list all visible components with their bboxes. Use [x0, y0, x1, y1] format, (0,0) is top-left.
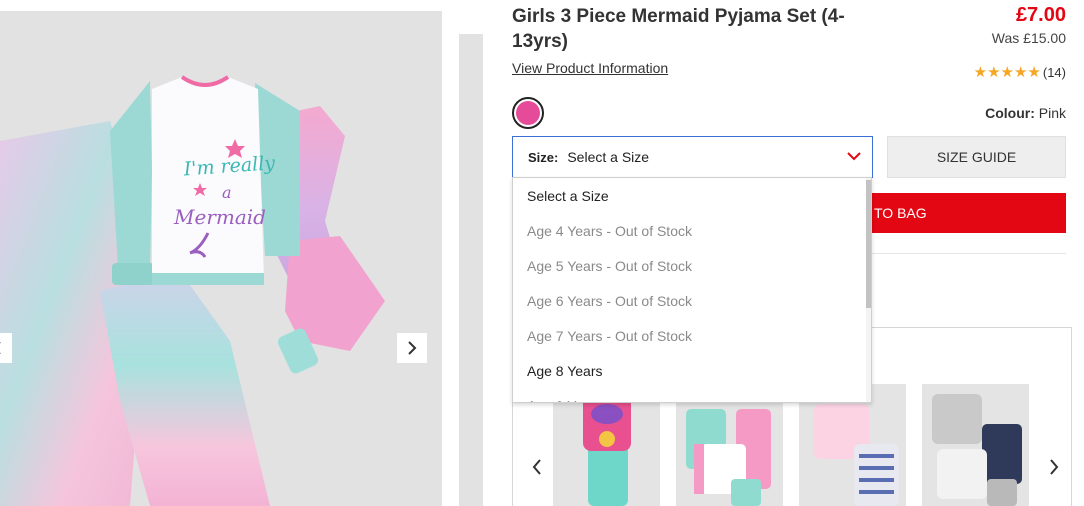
size-label: Size: — [528, 149, 559, 165]
dropdown-scrollbar-thumb[interactable] — [866, 180, 871, 308]
size-options-list: Select a Size Age 4 Years - Out of Stock… — [513, 178, 868, 403]
dropdown-scrollbar[interactable] — [866, 178, 871, 402]
size-option[interactable]: Age 5 Years - Out of Stock — [513, 248, 868, 283]
size-guide-button[interactable]: SIZE GUIDE — [887, 136, 1066, 178]
product-rating[interactable]: ★★★★★ (14) — [974, 63, 1066, 81]
size-select[interactable]: Size: Select a Size — [512, 136, 873, 178]
view-product-information-link[interactable]: View Product Information — [512, 60, 668, 76]
product-image-gallery: I'm really a Mermaid — [0, 11, 442, 506]
rating-stars: ★★★★★ — [973, 64, 1041, 81]
gallery-next-button[interactable] — [397, 333, 427, 363]
size-option[interactable]: Select a Size — [513, 178, 868, 213]
size-selected-value: Select a Size — [567, 149, 650, 165]
chevron-left-icon — [0, 342, 1, 354]
product-title: Girls 3 Piece Mermaid Pyjama Set (4-13yr… — [512, 6, 845, 52]
was-price: Was £15.00 — [991, 30, 1066, 46]
size-option[interactable]: Age 7 Years - Out of Stock — [513, 318, 868, 353]
colour-indicator: Colour: Pink — [985, 105, 1066, 121]
size-option[interactable]: Age 8 Years — [513, 353, 868, 388]
slogan-line-2: a — [222, 183, 232, 202]
recommended-product-4[interactable] — [922, 384, 1029, 506]
chevron-left-icon — [532, 459, 541, 475]
size-dropdown: Select a Size Age 4 Years - Out of Stock… — [512, 177, 872, 403]
chevron-right-icon — [1050, 459, 1059, 475]
gallery-next-image-peek — [459, 34, 483, 506]
swatch-fill — [516, 101, 540, 125]
size-option[interactable]: Age 4 Years - Out of Stock — [513, 213, 868, 248]
gallery-prev-button[interactable] — [0, 333, 12, 363]
size-option[interactable]: Age 6 Years - Out of Stock — [513, 283, 868, 318]
recommendations-next-button[interactable] — [1039, 452, 1069, 482]
chevron-right-icon — [408, 341, 417, 355]
recommendations-prev-button[interactable] — [522, 452, 552, 482]
recommended-product-image — [932, 394, 1022, 506]
colour-label: Colour: — [985, 105, 1035, 121]
slogan-line-3: Mermaid — [173, 205, 266, 229]
chevron-down-icon — [847, 152, 861, 161]
colour-swatch-pink[interactable] — [512, 97, 544, 129]
review-count: (14) — [1042, 64, 1066, 80]
colour-value: Pink — [1038, 105, 1066, 121]
size-option[interactable]: Age 9 Years — [513, 388, 868, 403]
add-to-bag-label: TO BAG — [874, 205, 927, 221]
product-price: £7.00 — [1015, 4, 1066, 26]
product-image[interactable]: I'm really a Mermaid — [0, 11, 442, 506]
product-page: I'm really a Mermaid Girls 3 Piece Merma… — [0, 0, 1084, 506]
